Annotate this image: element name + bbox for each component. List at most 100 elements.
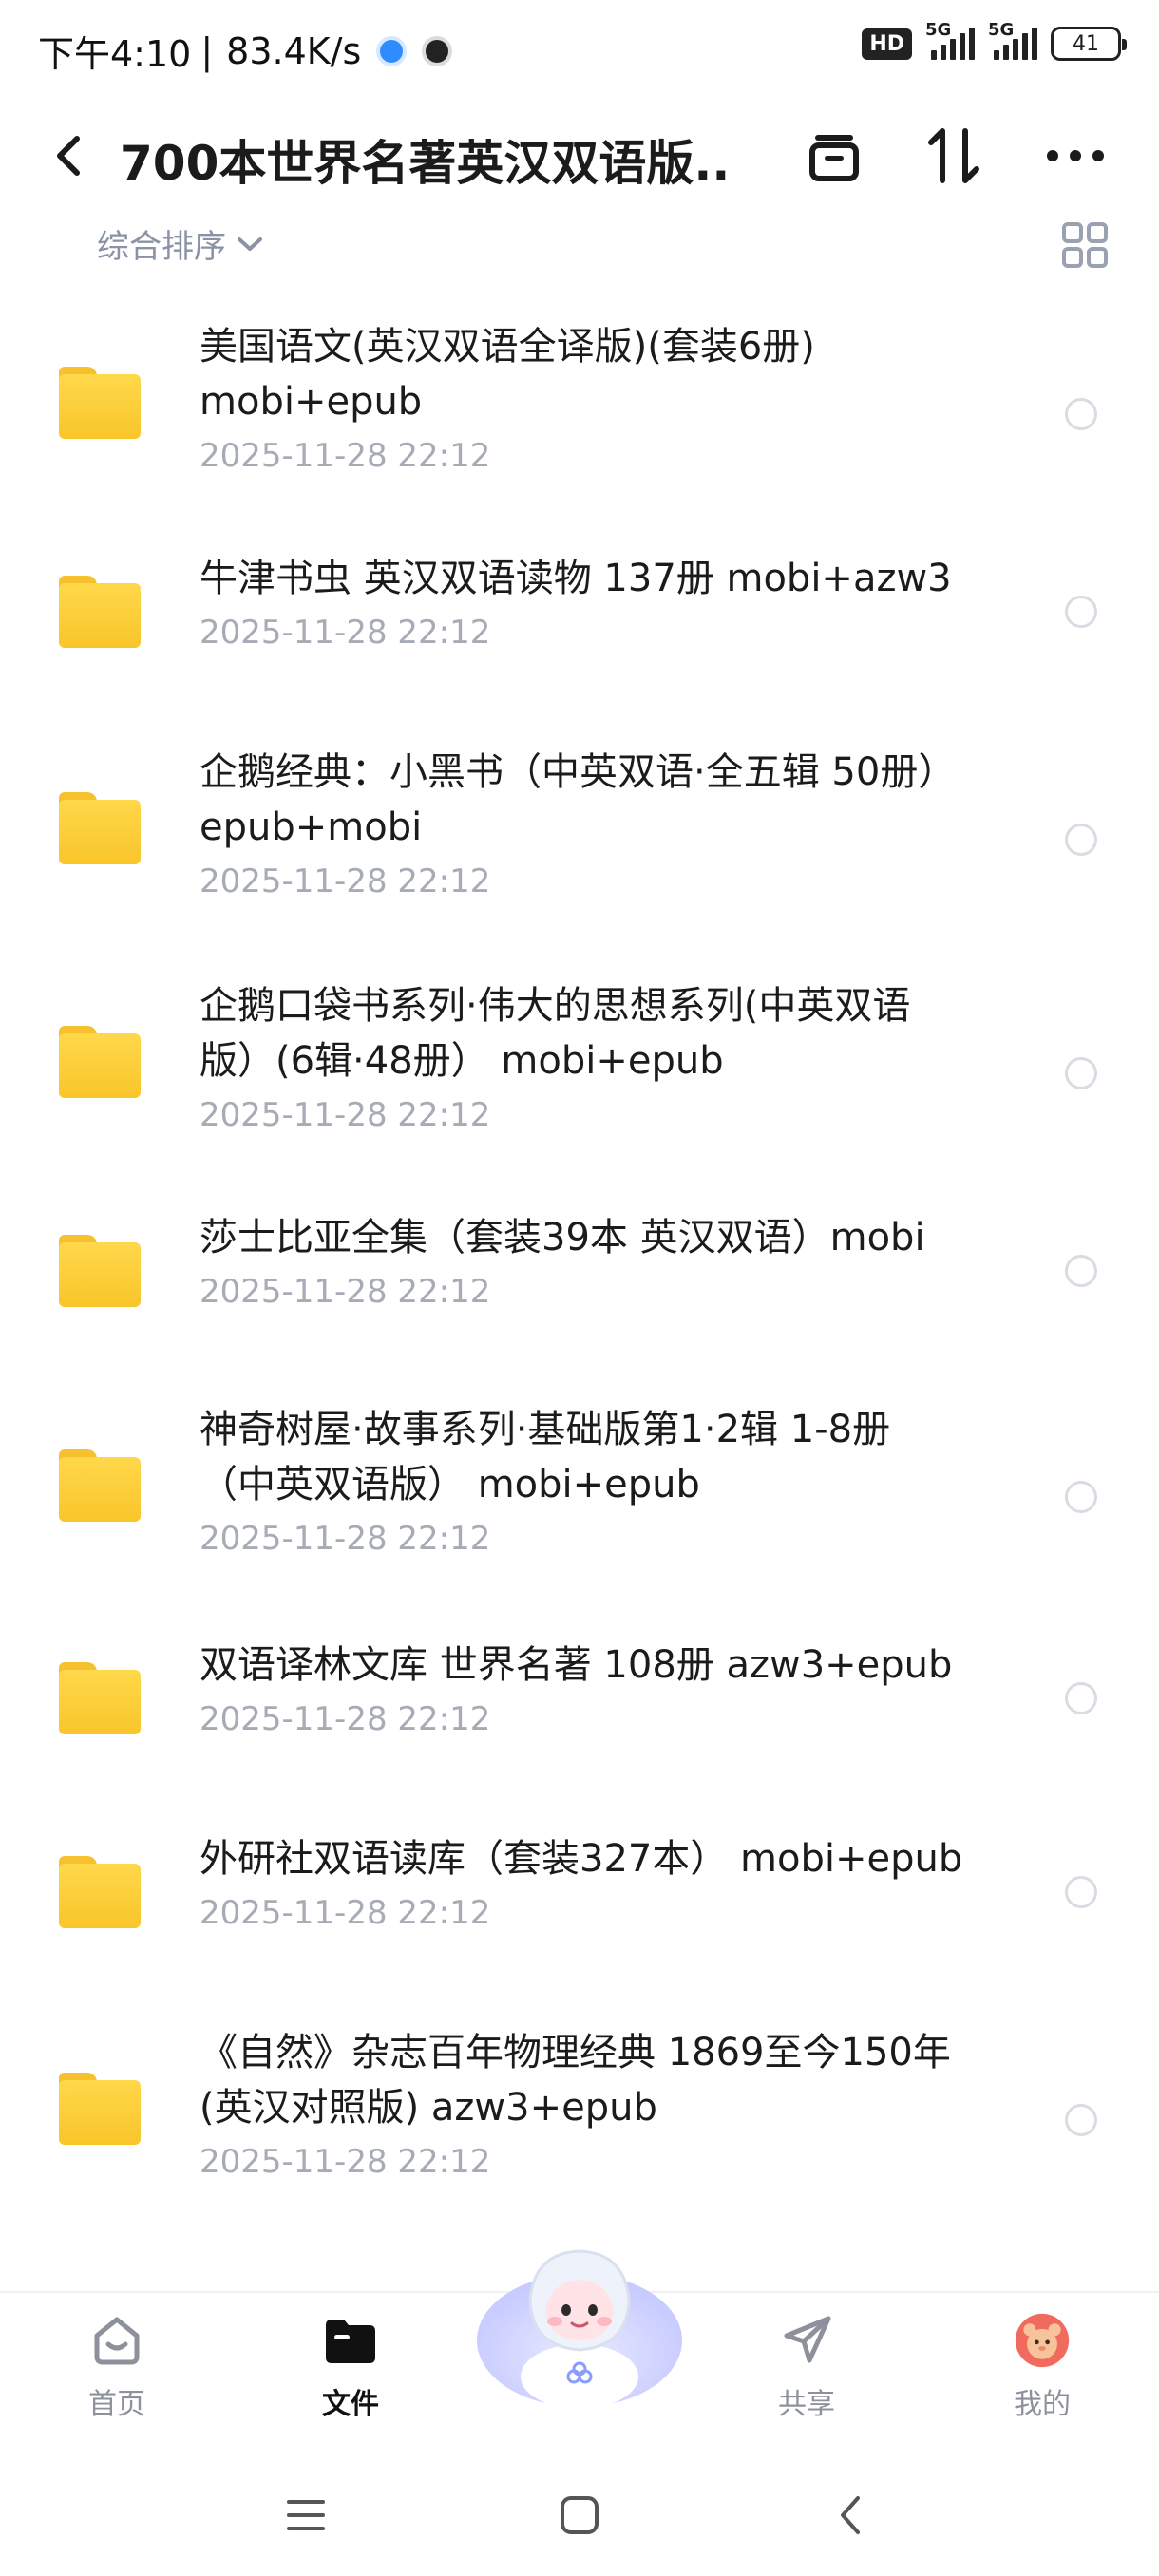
file-text: 《自然》杂志百年物理经典 1869至今150年 (英汉对照版) azw3+epu… <box>200 2025 998 2185</box>
chevron-down-icon <box>238 237 262 251</box>
file-row[interactable]: 莎士比亚全集（套装39本 英汉双语）mobi 2025-11-28 22:12 <box>0 1210 1159 1334</box>
file-text: 双语译林文库 世界名著 108册 azw3+epub 2025-11-28 22… <box>200 1638 998 1742</box>
back-arrow-icon <box>57 136 80 176</box>
mascot-icon <box>477 2249 682 2409</box>
file-name-line: mobi+epub <box>200 380 423 424</box>
status-bar: 下午4:10 | 83.4K/s HD 5G 5G 41 <box>0 0 1159 99</box>
sort-label: 综合排序 <box>97 228 226 266</box>
battery-icon: 41 <box>1051 27 1127 61</box>
paper-plane-icon <box>778 2312 835 2369</box>
folder-icon <box>59 792 141 864</box>
file-row[interactable]: 《自然》杂志百年物理经典 1869至今150年 (英汉对照版) azw3+epu… <box>0 2025 1159 2196</box>
sim1-label: 5G <box>925 20 952 40</box>
file-name-line: 外研社双语读库（套装327本） mobi+epub <box>200 1837 963 1881</box>
file-date: 2025-11-28 22:12 <box>200 614 491 652</box>
folder-icon <box>59 1662 141 1734</box>
square-home-icon <box>560 2496 598 2534</box>
file-text: 牛津书虫 英汉双语读物 137册 mobi+azw3 2025-11-28 22… <box>200 551 998 655</box>
file-name-line: epub+mobi <box>200 805 423 849</box>
signal-icon-sim1: 5G <box>925 20 975 60</box>
folder-icon <box>59 367 141 439</box>
file-row[interactable]: 双语译林文库 世界名著 108册 azw3+epub 2025-11-28 22… <box>0 1638 1159 1761</box>
status-left: 下午4:10 | 83.4K/s <box>38 25 453 77</box>
system-navigation-bar <box>0 2451 1159 2576</box>
tab-mine[interactable]: 我的 <box>971 2293 1113 2435</box>
home-button[interactable] <box>542 2477 618 2553</box>
file-row[interactable]: 神奇树屋·故事系列·基础版第1·2辑 1-8册 （中英双语版） mobi+epu… <box>0 1402 1159 1573</box>
file-text: 企鹅口袋书系列·伟大的思想系列(中英双语 版）(6辑·48册） mobi+epu… <box>200 978 998 1138</box>
status-right: HD 5G 5G 41 <box>862 20 1127 61</box>
folder-tab-icon <box>322 2312 379 2369</box>
battery-level: 41 <box>1073 31 1099 56</box>
file-name-line: 版）(6辑·48册） mobi+epub <box>200 1039 724 1083</box>
network-speed: 83.4K/s <box>226 29 362 72</box>
file-row[interactable]: 美国语文(英汉双语全译版)(套装6册) mobi+epub 2025-11-28… <box>0 319 1159 490</box>
qq-app-icon <box>422 35 453 66</box>
select-radio[interactable] <box>1065 596 1097 628</box>
file-row[interactable]: 外研社双语读库（套装327本） mobi+epub 2025-11-28 22:… <box>0 1831 1159 1955</box>
more-button[interactable] <box>1039 120 1112 192</box>
folder-icon <box>59 2073 141 2145</box>
file-name-line: 双语译林文库 世界名著 108册 azw3+epub <box>200 1643 953 1687</box>
archive-button[interactable] <box>798 120 870 192</box>
sort-row: 综合排序 <box>0 213 1159 279</box>
file-name-line: 美国语文(英汉双语全译版)(套装6册) <box>200 325 815 369</box>
system-back-button[interactable] <box>813 2477 889 2553</box>
file-name-line: 神奇树屋·故事系列·基础版第1·2辑 1-8册 <box>200 1408 891 1451</box>
tab-files-label: 文件 <box>322 2388 379 2421</box>
tab-share[interactable]: 共享 <box>735 2293 878 2435</box>
tab-mine-label: 我的 <box>1014 2388 1071 2421</box>
file-row[interactable]: 牛津书虫 英汉双语读物 137册 mobi+azw3 2025-11-28 22… <box>0 551 1159 674</box>
file-date: 2025-11-28 22:12 <box>200 1520 491 1558</box>
file-date: 2025-11-28 22:12 <box>200 1096 491 1134</box>
sort-arrows-icon <box>928 128 979 183</box>
file-date: 2025-11-28 22:12 <box>200 1700 491 1738</box>
status-separator: | <box>200 29 214 72</box>
select-radio[interactable] <box>1065 2104 1097 2136</box>
select-radio[interactable] <box>1065 1876 1097 1908</box>
upload-app-icon <box>376 35 408 66</box>
menu-lines-icon <box>287 2500 325 2530</box>
folder-icon <box>59 1856 141 1928</box>
folder-icon <box>59 1449 141 1522</box>
file-name-line: （中英双语版） mobi+epub <box>200 1463 700 1506</box>
file-name-line: 企鹅经典：小黑书（中英双语·全五辑 50册） <box>200 750 957 794</box>
tab-share-label: 共享 <box>778 2388 835 2421</box>
hd-badge: HD <box>862 28 912 60</box>
file-row[interactable]: 企鹅口袋书系列·伟大的思想系列(中英双语 版）(6辑·48册） mobi+epu… <box>0 978 1159 1149</box>
home-icon <box>88 2312 145 2369</box>
sim2-label: 5G <box>988 20 1015 40</box>
file-text: 外研社双语读库（套装327本） mobi+epub 2025-11-28 22:… <box>200 1831 998 1936</box>
page-title: 700本世界名著英汉双语版... <box>120 136 728 191</box>
sort-order-button[interactable] <box>918 120 990 192</box>
grid-view-icon <box>1062 222 1108 268</box>
tab-files[interactable]: 文件 <box>279 2293 422 2435</box>
header: 700本世界名著英汉双语版... <box>0 99 1159 213</box>
folder-icon <box>59 576 141 648</box>
folder-icon <box>59 1235 141 1307</box>
chevron-left-icon <box>841 2496 860 2534</box>
file-row[interactable]: 企鹅经典：小黑书（中英双语·全五辑 50册） epub+mobi 2025-11… <box>0 745 1159 916</box>
select-radio[interactable] <box>1065 1255 1097 1287</box>
archive-box-icon <box>809 135 859 181</box>
select-radio[interactable] <box>1065 398 1097 430</box>
recent-apps-button[interactable] <box>268 2477 344 2553</box>
file-text: 企鹅经典：小黑书（中英双语·全五辑 50册） epub+mobi 2025-11… <box>200 745 998 904</box>
file-name-line: 《自然》杂志百年物理经典 1869至今150年 <box>200 2031 951 2074</box>
select-radio[interactable] <box>1065 824 1097 856</box>
tab-home[interactable]: 首页 <box>46 2293 188 2435</box>
signal-icon-sim2: 5G <box>988 20 1037 60</box>
grid-view-button[interactable] <box>1058 218 1112 272</box>
file-name-line: 莎士比亚全集（套装39本 英汉双语）mobi <box>200 1216 925 1260</box>
file-name-line: 牛津书虫 英汉双语读物 137册 mobi+azw3 <box>200 557 952 600</box>
file-date: 2025-11-28 22:12 <box>200 862 491 900</box>
select-radio[interactable] <box>1065 1682 1097 1714</box>
status-time: 下午4:10 <box>38 33 192 75</box>
back-button[interactable] <box>38 125 99 186</box>
select-radio[interactable] <box>1065 1481 1097 1513</box>
folder-icon <box>59 1026 141 1098</box>
ai-assistant-mascot-button[interactable] <box>475 2234 684 2415</box>
file-text: 莎士比亚全集（套装39本 英汉双语）mobi 2025-11-28 22:12 <box>200 1210 998 1315</box>
sort-dropdown[interactable]: 综合排序 <box>97 220 264 267</box>
select-radio[interactable] <box>1065 1057 1097 1089</box>
